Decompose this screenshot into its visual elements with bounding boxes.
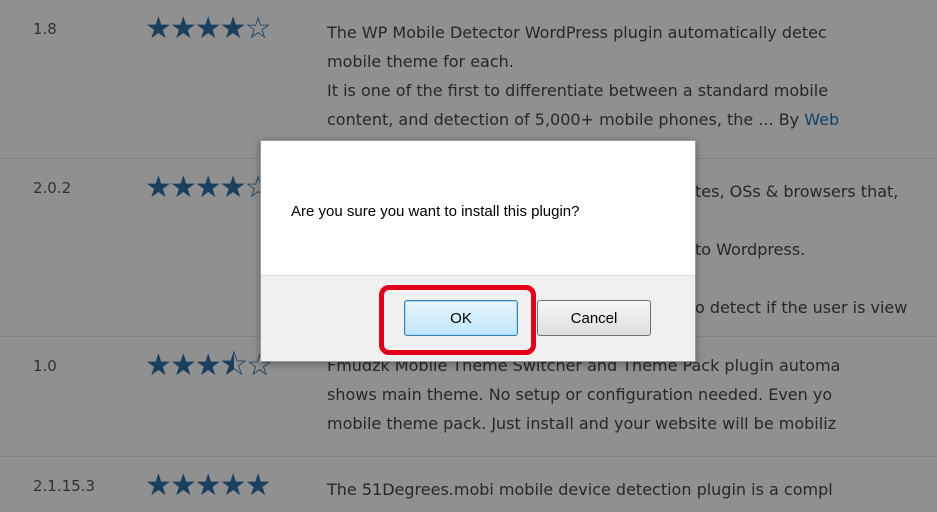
dialog-footer: OK Cancel bbox=[261, 275, 695, 361]
confirm-dialog: Are you sure you want to install this pl… bbox=[260, 140, 696, 362]
dialog-message: Are you sure you want to install this pl… bbox=[291, 203, 580, 220]
cancel-button[interactable]: Cancel bbox=[537, 300, 651, 336]
ok-button[interactable]: OK bbox=[404, 300, 518, 336]
